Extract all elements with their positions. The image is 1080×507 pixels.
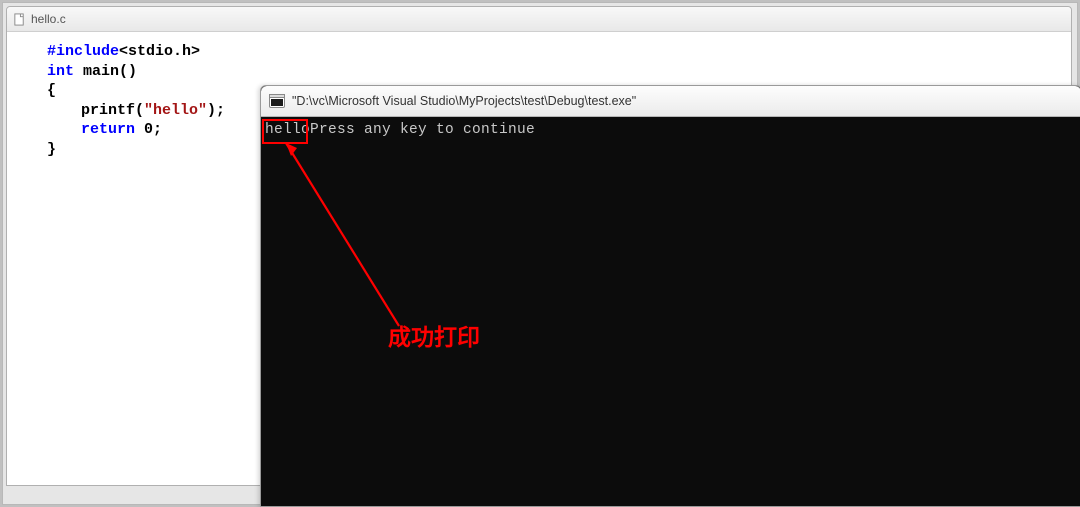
console-window: "D:\vc\Microsoft Visual Studio\MyProject… (260, 85, 1080, 507)
code-token: return (81, 121, 135, 138)
console-title-text: "D:\vc\Microsoft Visual Studio\MyProject… (292, 94, 636, 108)
workspace-frame: hello.c #include<stdio.h> int main() { p… (2, 2, 1078, 505)
code-token: "hello" (144, 102, 207, 119)
console-icon (269, 94, 285, 108)
code-token: #include (47, 43, 119, 60)
console-prompt: Press any key to continue (310, 122, 535, 138)
code-token: ; (153, 121, 162, 138)
highlight-box (262, 119, 308, 144)
code-token: ); (207, 102, 225, 119)
code-token: { (47, 82, 56, 99)
code-token: } (47, 141, 56, 158)
console-output[interactable]: helloPress any key to continue (261, 117, 1080, 506)
editor-titlebar[interactable]: hello.c (7, 7, 1071, 32)
code-token: 0 (144, 121, 153, 138)
source-file-icon (13, 13, 26, 26)
code-token: printf( (81, 102, 144, 119)
code-token: int (47, 63, 74, 80)
code-token: main() (83, 63, 137, 80)
editor-filename: hello.c (31, 12, 66, 26)
console-titlebar[interactable]: "D:\vc\Microsoft Visual Studio\MyProject… (261, 86, 1080, 117)
code-token: <stdio.h> (119, 43, 200, 60)
annotation-label: 成功打印 (388, 318, 480, 352)
